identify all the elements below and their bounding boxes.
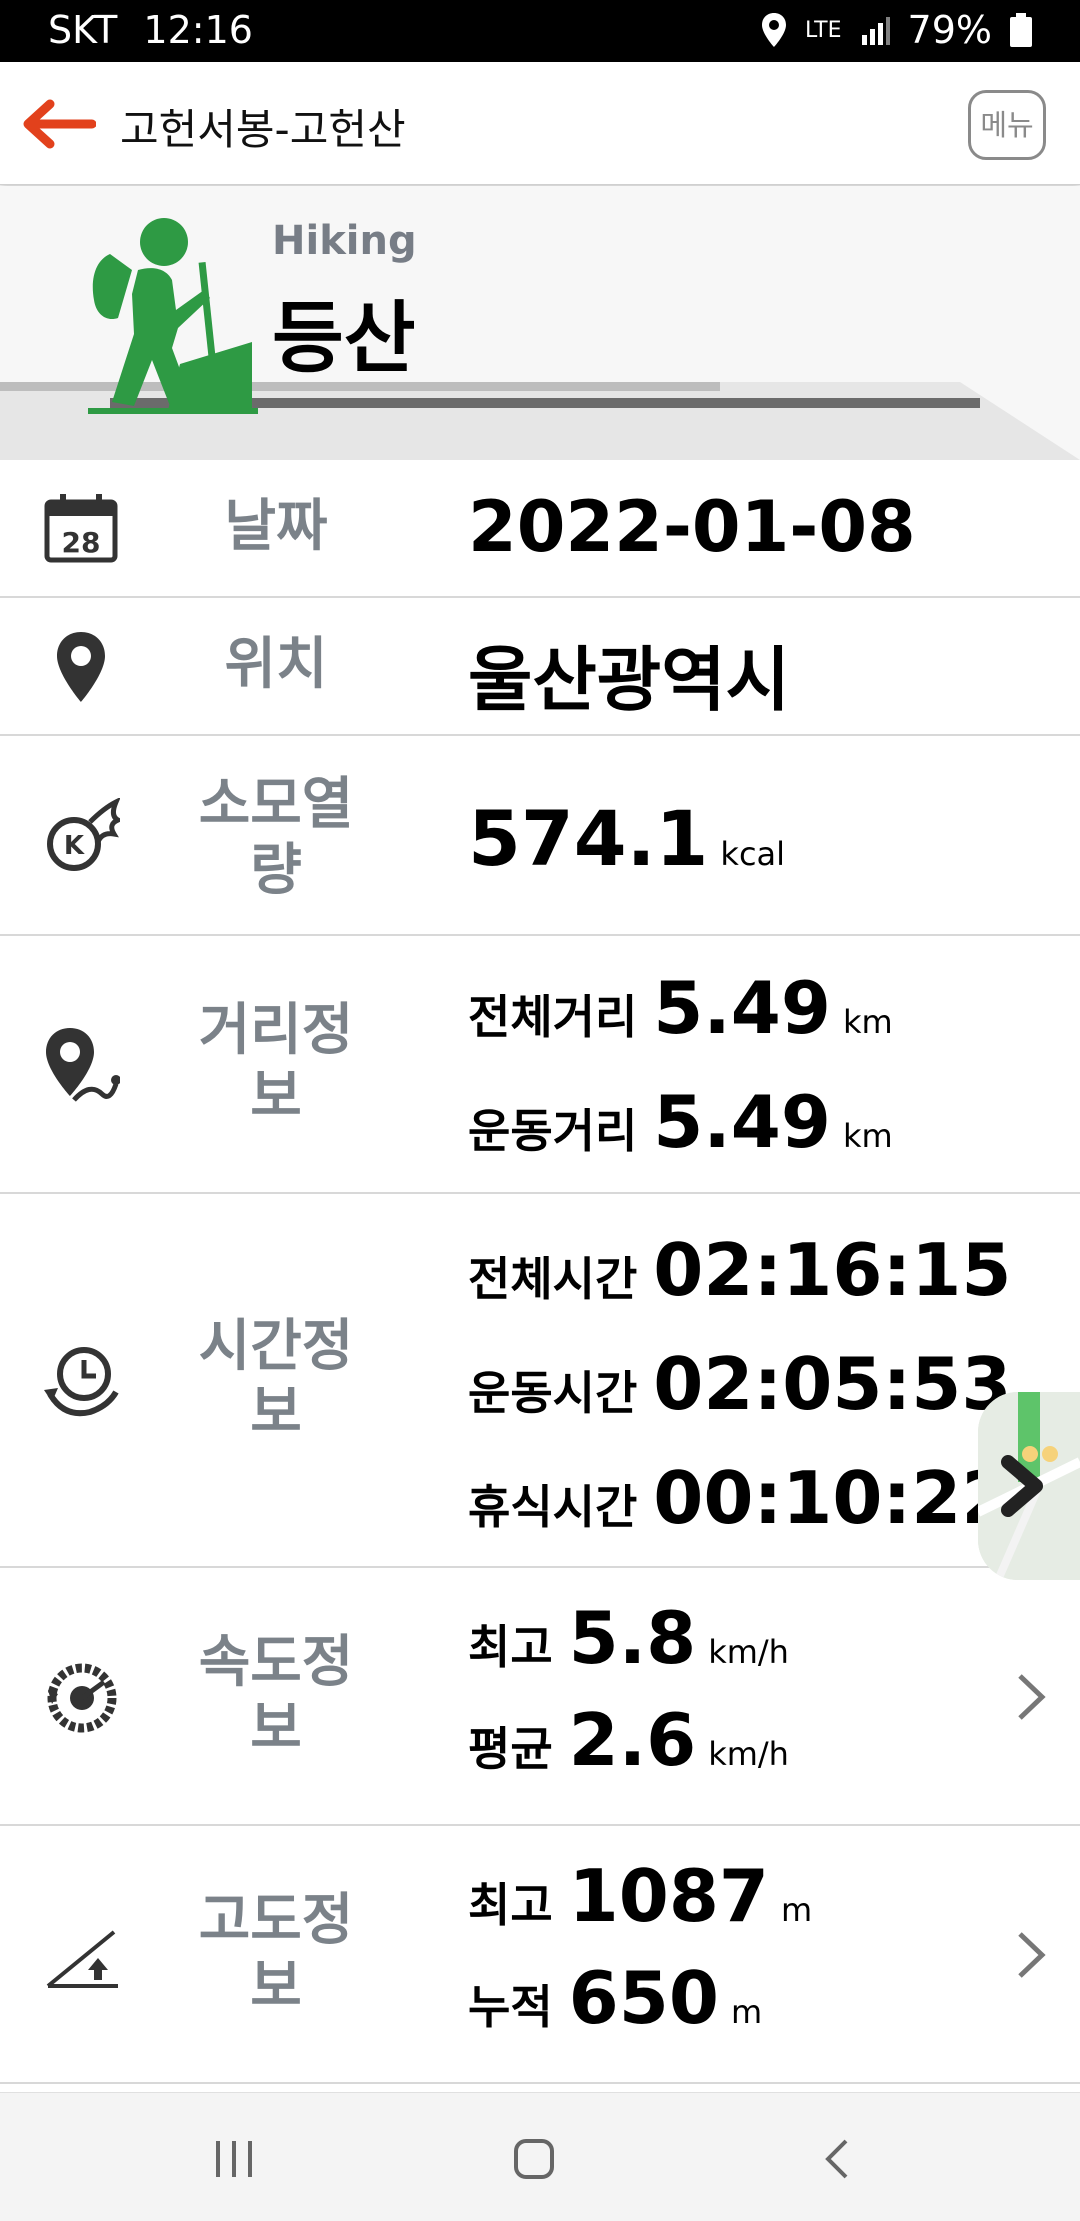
activity-header: Hiking 등산 [0,186,1080,460]
max-altitude-label: 최고 [468,1878,553,1932]
distance-label-line1: 거리정 [198,998,354,1063]
speed-row[interactable]: 속도정 보 최고 5.8 km/h 평균 2.6 km/h [0,1568,1080,1826]
calories-value: 574.1 [468,794,709,883]
clock-label: 12:16 [143,8,253,52]
speed-label: 속도정 보 [176,1630,376,1762]
status-right: LTE 79% [761,8,1032,52]
total-time-label: 전체시간 [468,1252,638,1306]
rest-time-label: 휴식시간 [468,1480,638,1534]
calorie-flame-icon: K [47,798,120,871]
active-distance-unit: km [842,1117,893,1155]
signal-icon [860,15,890,45]
time-label-line1: 시간정 [198,1314,354,1379]
active-time: 운동시간 02:05:53 [468,1342,1011,1426]
max-speed-value: 5.8 [568,1596,697,1680]
activity-subtitle: Hiking [272,218,417,264]
map-thumbnail-icon [978,1392,1080,1580]
time-label-line2: 보 [250,1380,302,1445]
calories-label-line2: 량 [250,838,302,903]
max-altitude-value: 1087 [568,1854,770,1938]
avg-speed: 평균 2.6 km/h [468,1698,789,1782]
altitude-slope-icon [46,1930,118,1988]
speed-label-line1: 속도정 [198,1630,354,1695]
system-back-icon[interactable] [822,2137,852,2181]
network-label: LTE [804,17,842,43]
cumulative-altitude: 누적 650 m [468,1956,762,2040]
speed-label-line2: 보 [250,1696,302,1761]
avg-speed-label: 평균 [468,1722,553,1776]
hiker-icon [88,218,258,414]
distance-row: 거리정 보 전체거리 5.49 km 운동거리 5.49 km [0,936,1080,1194]
recent-apps-icon[interactable] [212,2139,256,2179]
active-distance-label: 운동거리 [468,1104,638,1158]
avg-speed-value: 2.6 [568,1698,697,1782]
back-button[interactable] [18,96,97,152]
max-speed: 최고 5.8 km/h [468,1596,789,1680]
calories-label-line1: 소모열 [198,772,354,837]
total-time-value: 02:16:15 [653,1228,1012,1312]
battery-label: 79% [907,8,992,52]
chevron-right-icon [1018,1674,1046,1720]
location-status-icon [761,13,787,47]
route-pin-icon [46,1028,120,1102]
total-distance-value: 5.49 [653,966,831,1050]
battery-icon [1010,13,1032,47]
max-altitude-unit: m [781,1891,813,1929]
map-thumbnail-button[interactable] [978,1392,1080,1580]
time-row: 시간정 보 전체시간 02:16:15 운동시간 02:05:53 휴식시간 0… [0,1194,1080,1568]
active-time-value: 02:05:53 [653,1342,1012,1426]
calendar-day: 28 [62,526,101,559]
altitude-row[interactable]: 고도정 보 최고 1087 m 누적 650 m [0,1826,1080,2084]
back-arrow-icon [23,99,97,149]
app-bar: 고헌서봉-고헌산 메뉴 [0,62,1080,185]
altitude-label: 고도정 보 [176,1888,376,2020]
location-label: 위치 [224,632,328,697]
menu-button[interactable]: 메뉴 [968,90,1046,160]
distance-label: 거리정 보 [176,998,376,1130]
total-distance-unit: km [842,1003,893,1041]
calories-unit: kcal [720,835,786,873]
active-time-label: 운동시간 [468,1366,638,1420]
avg-speed-unit: km/h [708,1735,789,1773]
home-icon[interactable] [512,2137,556,2181]
activity-title: 등산 [272,294,416,384]
status-bar: SKT 12:16 LTE 79% [0,0,1080,62]
calories-label: 소모열 량 [176,772,376,904]
page-title: 고헌서봉-고헌산 [120,105,406,154]
cumulative-altitude-label: 누적 [468,1980,553,2034]
altitude-label-line2: 보 [250,1954,302,2019]
max-speed-label: 최고 [468,1620,553,1674]
total-distance: 전체거리 5.49 km [468,966,893,1050]
active-distance-value: 5.49 [653,1080,831,1164]
carrier-label: SKT [48,8,118,52]
time-label: 시간정 보 [176,1314,376,1446]
calories-row: K 소모열 량 574.1 kcal [0,736,1080,936]
speedometer-icon [47,1663,117,1733]
svg-text:K: K [64,831,85,861]
location-pin-icon [57,632,105,702]
location-row: 위치 울산광역시 [0,598,1080,736]
rest-time: 휴식시간 00:10:22 [468,1456,1011,1540]
chevron-right-icon [1018,1932,1046,1978]
distance-label-line2: 보 [250,1064,302,1129]
calendar-icon: 28 [44,494,118,563]
date-row: 28 날짜 2022-01-08 [0,460,1080,598]
location-value: 울산광역시 [468,639,790,721]
cumulative-altitude-value: 650 [568,1956,719,2040]
date-label: 날짜 [224,494,328,559]
status-left: SKT 12:16 [48,8,253,52]
cumulative-altitude-unit: m [730,1993,763,2031]
total-distance-label: 전체거리 [468,990,638,1044]
total-time: 전체시간 02:16:15 [468,1228,1011,1312]
date-value: 2022-01-08 [468,486,916,568]
altitude-label-line1: 고도정 [198,1888,354,1953]
clock-history-icon [44,1347,119,1417]
system-nav-bar [0,2092,1080,2221]
max-speed-unit: km/h [708,1633,789,1671]
calories-value-group: 574.1 kcal [468,794,785,883]
rest-time-value: 00:10:22 [653,1456,1012,1540]
active-distance: 운동거리 5.49 km [468,1080,893,1164]
max-altitude: 최고 1087 m [468,1854,812,1938]
